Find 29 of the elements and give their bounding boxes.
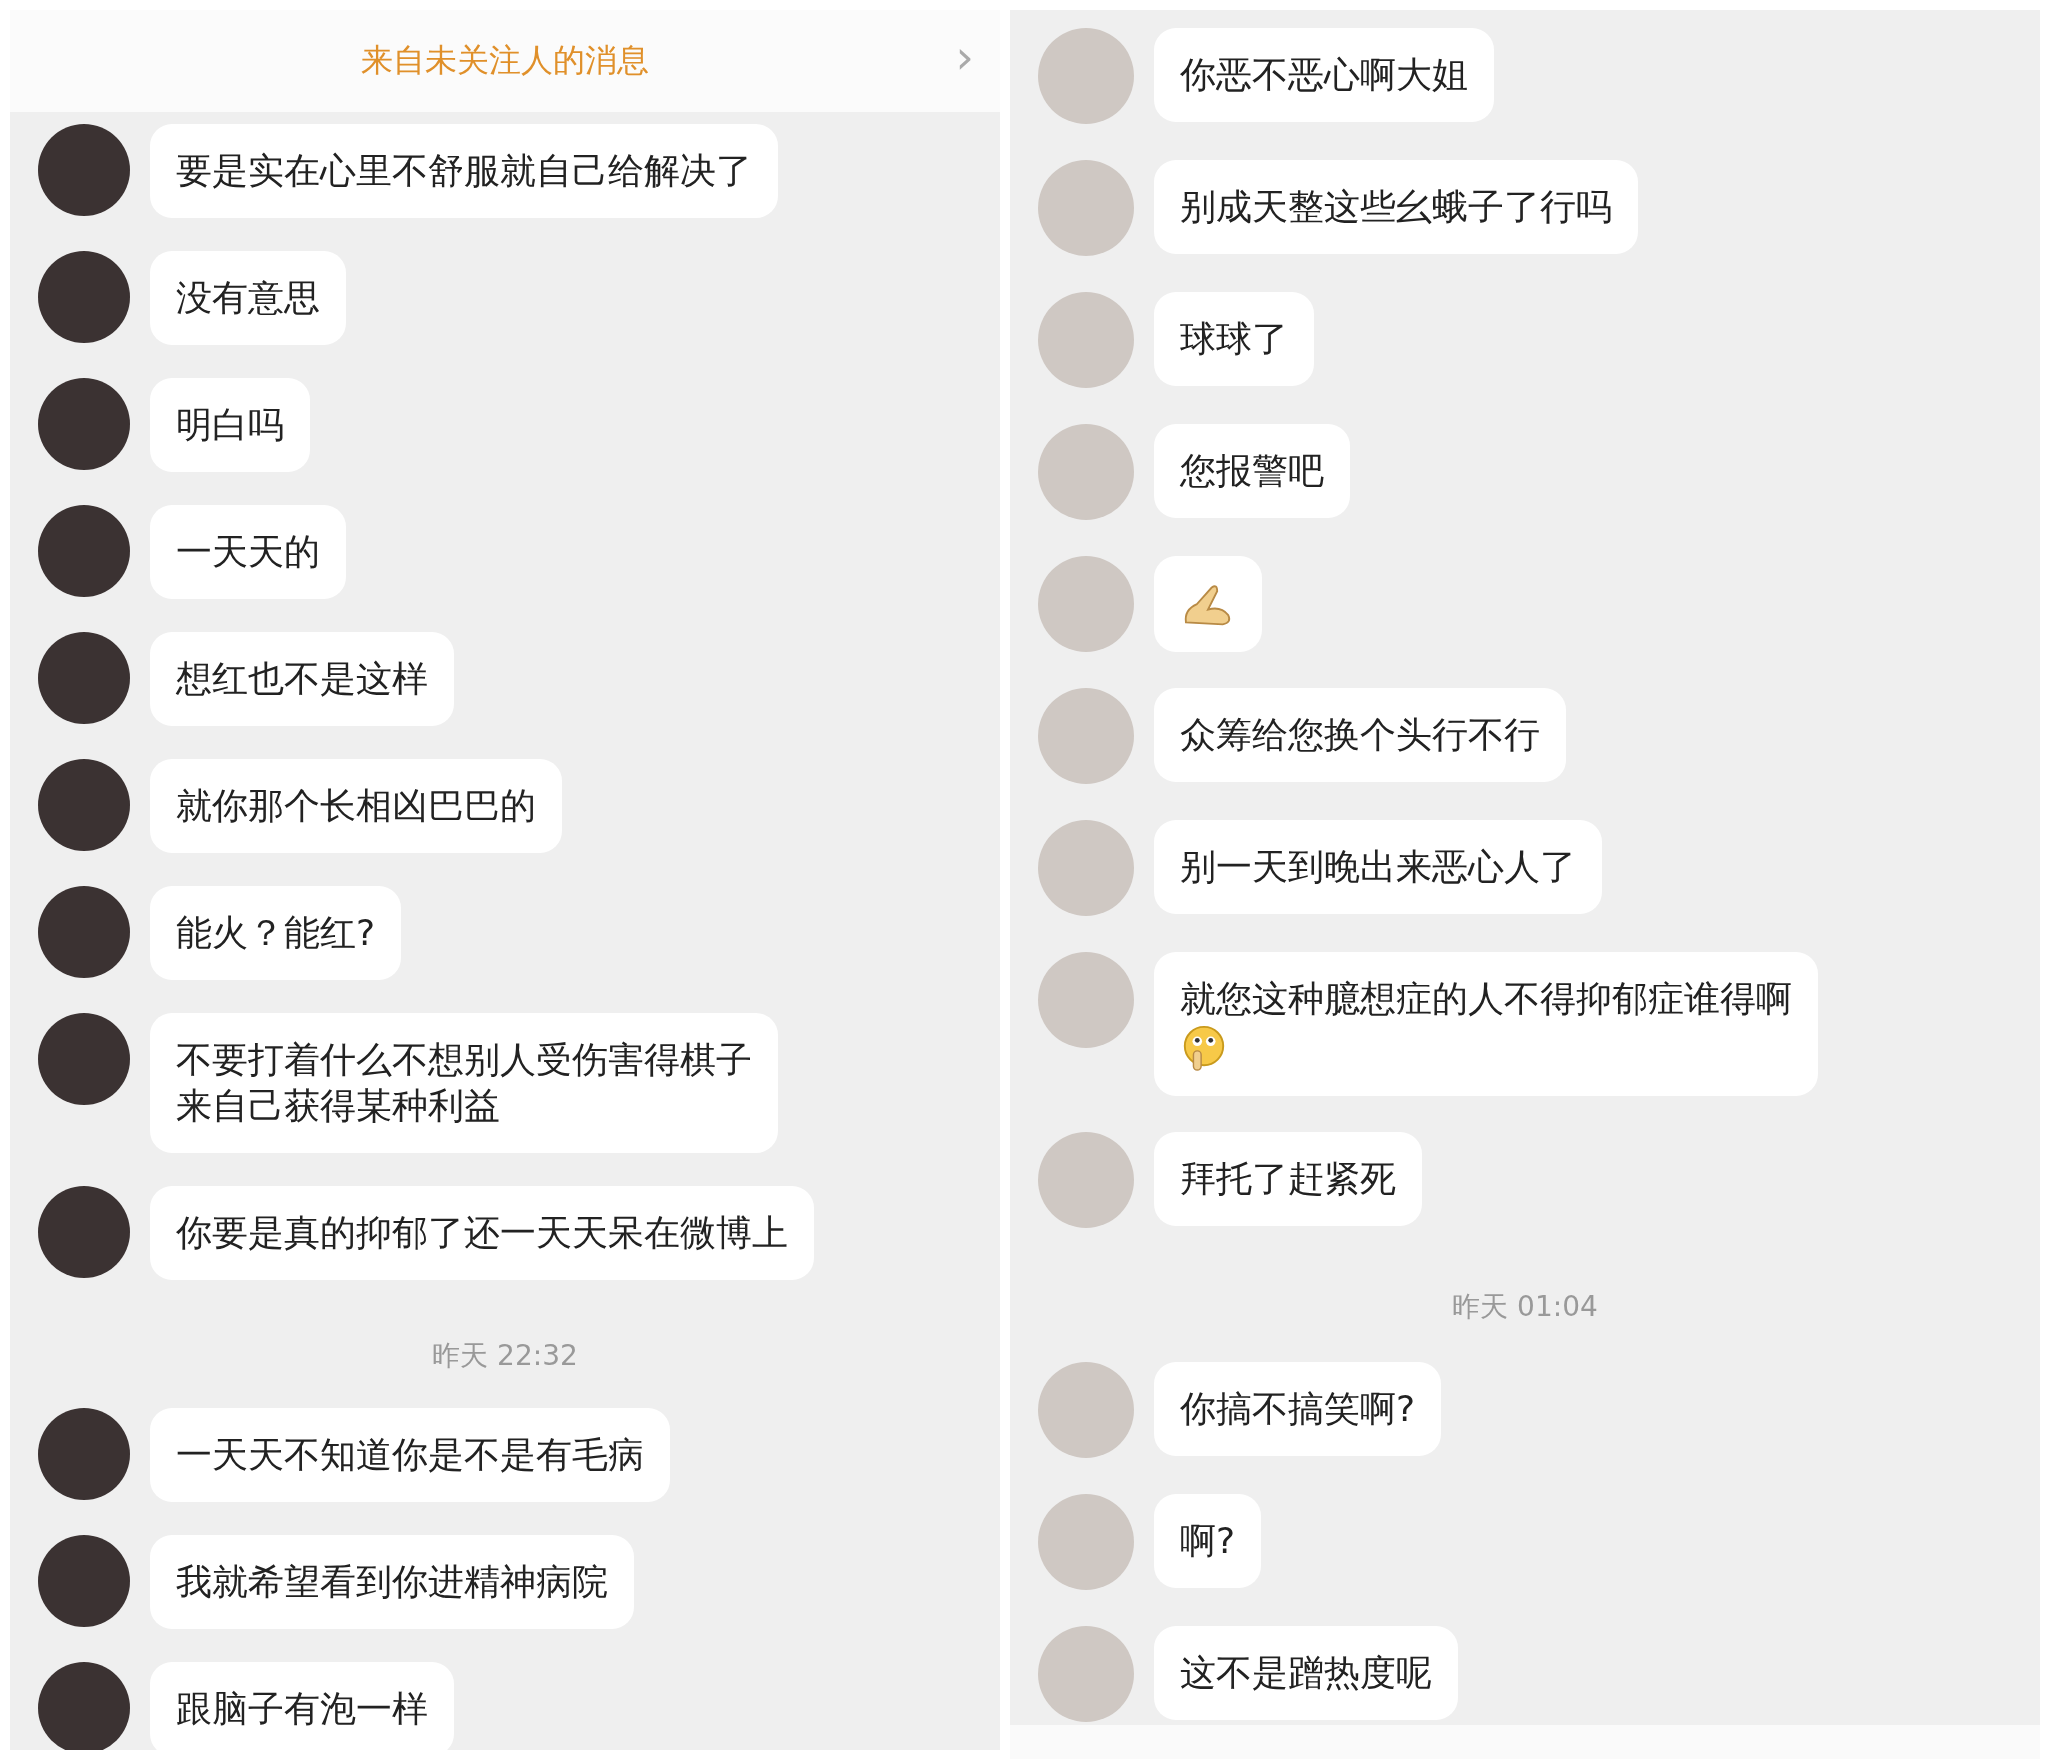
message-text: 你恶不恶心啊大姐 bbox=[1180, 53, 1468, 97]
message-text: 来自己获得某种利益 bbox=[176, 1084, 501, 1128]
message-text: 您报警吧 bbox=[1180, 449, 1324, 493]
message-text: 就您这种臆想症的人不得抑郁症谁得啊 bbox=[1180, 977, 1792, 1021]
message-text: 一天天不知道你是不是有毛病 bbox=[176, 1433, 644, 1477]
message-text: 别成天整这些幺蛾子了行吗 bbox=[1180, 185, 1612, 229]
timestamp: 昨天 22:32 bbox=[432, 1338, 578, 1374]
message-text: 跟脑子有泡一样 bbox=[176, 1687, 428, 1731]
message-text: 要是实在心里不舒服就自己给解决了 bbox=[176, 149, 752, 193]
message-text: 球球了 bbox=[1180, 317, 1288, 361]
message-text: 这不是蹭热度呢 bbox=[1180, 1651, 1432, 1695]
message-text: 你要是真的抑郁了还一天天呆在微博上 bbox=[176, 1211, 788, 1255]
message-text: 想红也不是这样 bbox=[176, 657, 428, 701]
message-text: 明白吗 bbox=[176, 403, 284, 447]
message-text: 不要打着什么不想别人受伤害得棋子 bbox=[176, 1038, 752, 1082]
message-text: 我就希望看到你进精神病院 bbox=[176, 1560, 608, 1604]
message-text: 你搞不搞笑啊? bbox=[1180, 1387, 1416, 1431]
message-text: 拜托了赶紧死 bbox=[1180, 1157, 1396, 1201]
timestamp: 昨天 01:04 bbox=[1452, 1289, 1598, 1325]
header-title: 来自未关注人的消息 bbox=[361, 40, 649, 81]
message-text: 别一天到晚出来恶心人了 bbox=[1180, 845, 1576, 889]
message-text: 能火？能红? bbox=[176, 911, 376, 955]
message-text: 一天天的 bbox=[176, 530, 320, 574]
message-text: 啊? bbox=[1180, 1519, 1236, 1563]
message-text: 没有意思 bbox=[176, 276, 320, 320]
chevron-icon: › bbox=[955, 34, 974, 80]
message-request-bar[interactable]: 来自未关注人的消息 › bbox=[10, 10, 1000, 112]
message-text: 就你那个长相凶巴巴的 bbox=[176, 784, 536, 828]
message-text: 众筹给您换个头行不行 bbox=[1180, 713, 1540, 757]
